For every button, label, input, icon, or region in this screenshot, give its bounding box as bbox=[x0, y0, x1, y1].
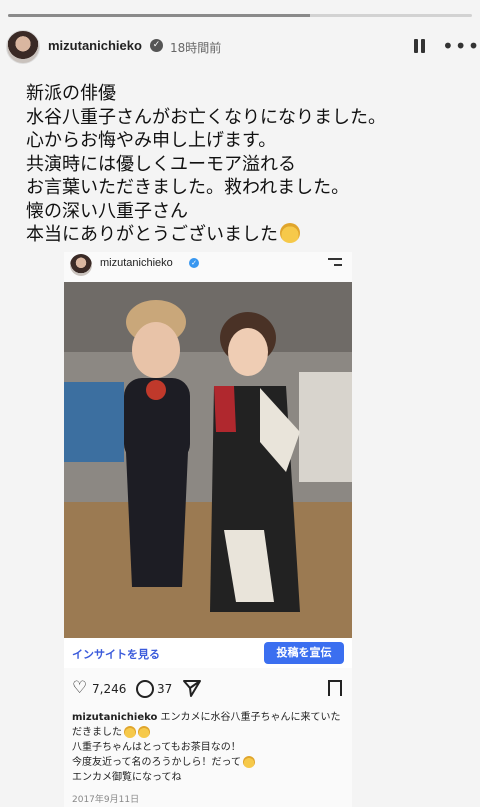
post-caption: mizutanichieko エンカメに水谷八重子ちゃんに来ていただきました 八… bbox=[72, 710, 348, 785]
message-line: 水谷八重子さんがお亡くなりになりました。 bbox=[26, 106, 386, 128]
more-icon[interactable]: ••• bbox=[442, 36, 480, 56]
caption-line-3-wrap: 今度友近って名のろうかしら！だって bbox=[72, 755, 348, 770]
avatar[interactable] bbox=[6, 30, 40, 64]
shared-post-card[interactable]: mizutanichieko ✓ インサイトを見る 投稿を宣伝 ♡ 7,246 … bbox=[64, 252, 352, 807]
story-timestamp: 18時間前 bbox=[170, 41, 222, 55]
post-actions: ♡ 7,246 37 bbox=[64, 678, 352, 700]
photo-illustration bbox=[64, 282, 352, 638]
story-message: 新派の俳優 水谷八重子さんがお亡くなりになりました。 心からお悔やみ申し上げます… bbox=[26, 82, 466, 247]
heart-icon[interactable]: ♡ bbox=[72, 680, 87, 697]
story-viewer: mizutanichieko ✓ 18時間前 ••• 新派の俳優 水谷八重子さん… bbox=[0, 0, 480, 807]
post-date: 2017年9月11日 bbox=[72, 795, 140, 805]
post-header: mizutanichieko ✓ bbox=[64, 252, 352, 278]
praying-emoji-icon bbox=[280, 223, 300, 243]
post-photo[interactable] bbox=[64, 282, 352, 638]
post-avatar[interactable] bbox=[70, 254, 92, 276]
laugh-emoji-icon bbox=[243, 756, 255, 768]
message-line-last: 本当にありがとうございました bbox=[26, 223, 466, 247]
caption-line-1: mizutanichieko エンカメに水谷八重子ちゃんに来ていただきました bbox=[72, 710, 348, 740]
comment-icon[interactable] bbox=[136, 680, 154, 698]
message-line: 心からお悔やみ申し上げます。 bbox=[26, 130, 277, 151]
bookmark-icon[interactable] bbox=[328, 680, 342, 698]
story-progress-bar bbox=[8, 14, 472, 17]
story-username[interactable]: mizutanichieko bbox=[48, 38, 142, 53]
caption-line-4: エンカメ御覧になってね bbox=[72, 772, 182, 783]
message-line: 新派の俳優 bbox=[26, 83, 116, 104]
caption-line-2: 八重子ちゃんはとってもお茶目なの！ bbox=[72, 742, 241, 753]
message-line: 共演時には優しくユーモア溢れる bbox=[26, 153, 296, 175]
post-username[interactable]: mizutanichieko bbox=[100, 257, 173, 269]
promote-post-button[interactable]: 投稿を宣伝 bbox=[264, 642, 344, 664]
story-progress-fill bbox=[8, 14, 310, 17]
verified-icon: ✓ bbox=[150, 39, 163, 52]
wink-emoji-icon bbox=[124, 726, 136, 738]
message-line: お言葉いただきました。救われました。 bbox=[26, 177, 350, 198]
comment-count: 37 bbox=[157, 682, 173, 696]
clap-emoji-icon bbox=[138, 726, 150, 738]
caption-line-3: 今度友近って名のろうかしら！だって bbox=[72, 757, 241, 768]
insights-link[interactable]: インサイトを見る bbox=[72, 646, 160, 662]
like-count: 7,246 bbox=[92, 682, 127, 696]
message-line: 本当にありがとうございました bbox=[26, 224, 278, 245]
story-header: mizutanichieko ✓ 18時間前 ••• bbox=[6, 30, 479, 64]
post-verified-icon: ✓ bbox=[189, 258, 199, 268]
caption-username[interactable]: mizutanichieko bbox=[72, 712, 157, 723]
menu-icon[interactable] bbox=[328, 258, 342, 270]
insight-bar: インサイトを見る 投稿を宣伝 bbox=[64, 638, 352, 668]
share-icon[interactable] bbox=[182, 678, 202, 698]
pause-icon[interactable] bbox=[411, 37, 427, 55]
message-line: 懐の深い八重子さん bbox=[26, 200, 188, 222]
